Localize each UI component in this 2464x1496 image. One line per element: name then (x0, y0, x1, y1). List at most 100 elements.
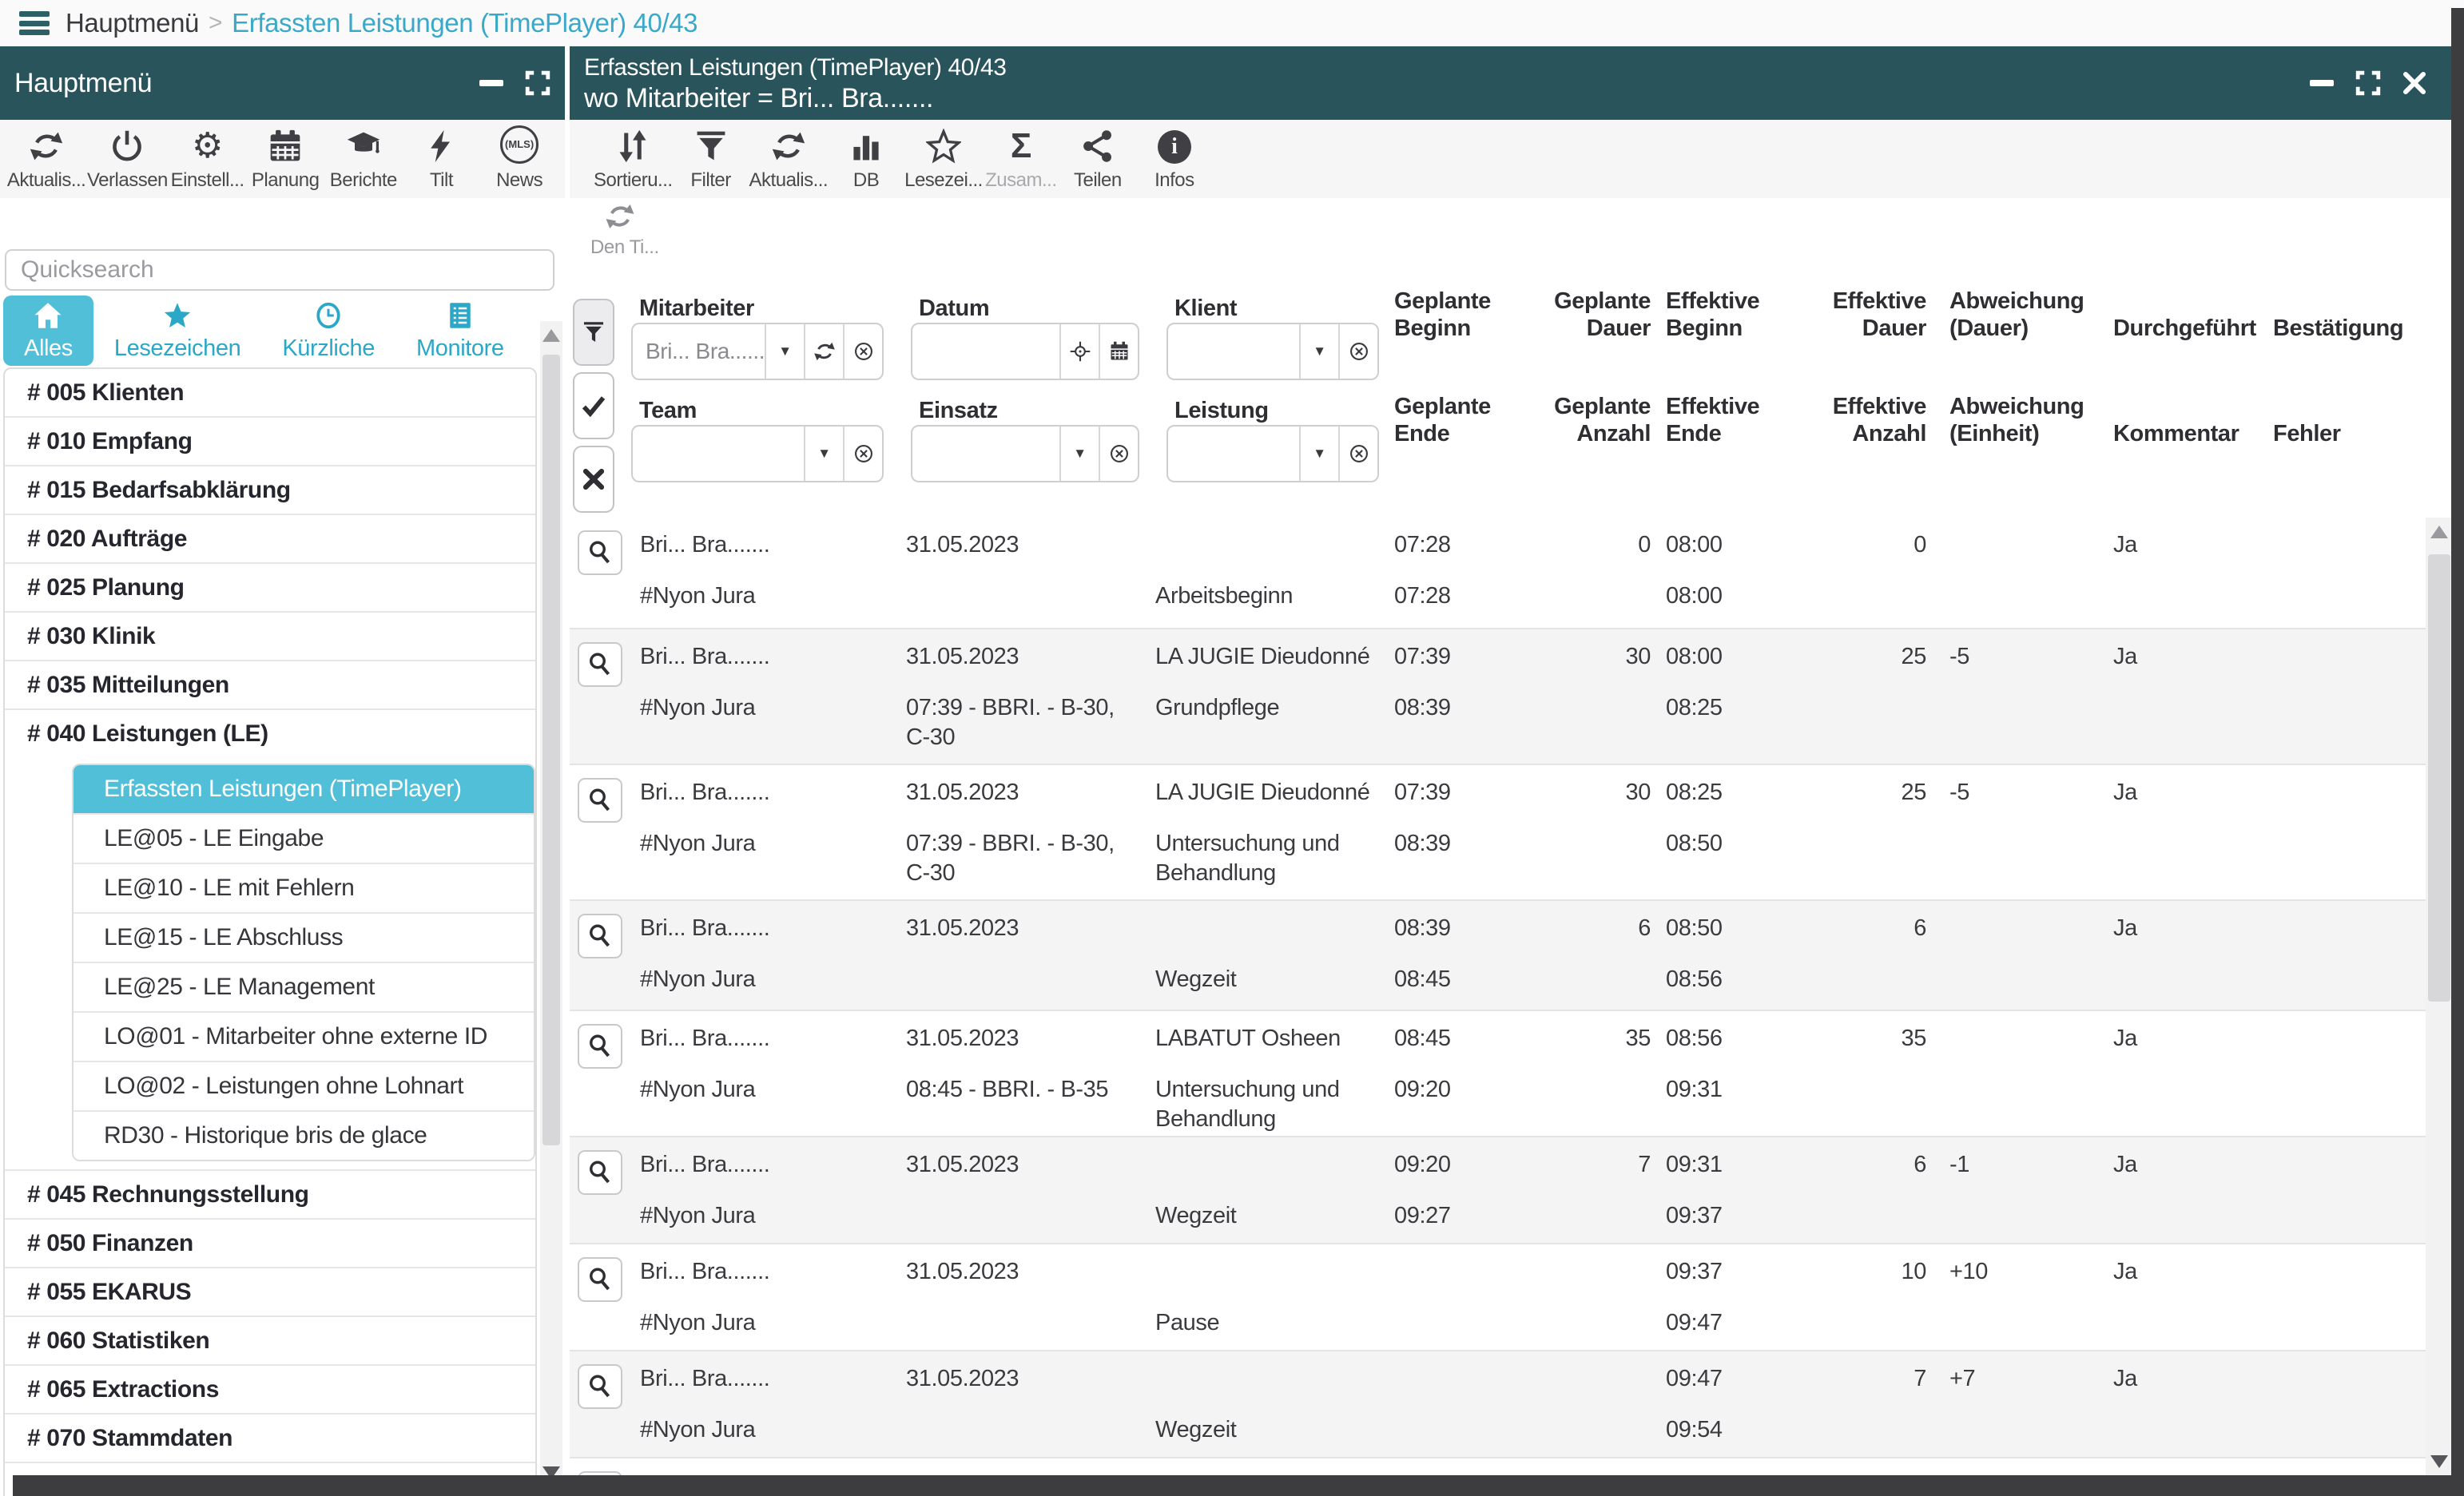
menu-item[interactable]: # 035 Mitteilungen (5, 660, 535, 708)
filter-field-leistung[interactable]: ▼ (1166, 425, 1379, 482)
filter-field-team[interactable]: ▼ (631, 425, 884, 482)
clear-icon[interactable] (843, 427, 882, 481)
dropdown-icon[interactable]: ▼ (1059, 427, 1099, 481)
filter-value-klient[interactable] (1168, 324, 1299, 379)
dropdown-icon[interactable]: ▼ (1299, 427, 1338, 481)
submenu-item[interactable]: LE@10 - LE mit Fehlern (74, 863, 534, 912)
menu-item[interactable]: # 030 Klinik (5, 611, 535, 660)
minimize-icon[interactable] (477, 69, 506, 97)
scrollbar-thumb[interactable] (2428, 554, 2450, 1002)
table-row[interactable]: Bri... Bra.......31.05.202309:477+7Ja#Ny… (570, 1351, 2426, 1458)
maximize-icon[interactable] (523, 69, 552, 97)
table-row[interactable]: Bri... Bra.......31.05.2023LABATUT Oshee… (570, 1011, 2426, 1137)
breadcrumb-current[interactable]: Erfassten Leistungen (TimePlayer) 40/43 (232, 8, 697, 38)
submenu-item[interactable]: LO@02 - Leistungen ohne Lohnart (74, 1061, 534, 1110)
menu-item[interactable]: # 060 Statistiken (5, 1315, 535, 1364)
submenu-item[interactable]: LE@25 - LE Management (74, 962, 534, 1011)
scroll-up-icon[interactable] (542, 329, 560, 342)
dropdown-icon[interactable]: ▼ (765, 324, 804, 379)
maximize-icon[interactable] (2354, 69, 2383, 97)
scroll-up-icon[interactable] (2430, 526, 2448, 538)
filter-value-datum[interactable] (912, 324, 1059, 379)
tab-monitore[interactable]: Monitore (395, 296, 525, 366)
toolbar-button-infos[interactable]: iInfos (1136, 127, 1213, 192)
hamburger-menu-icon[interactable] (19, 11, 50, 35)
toolbar-button-settings[interactable]: ⚙Einstell... (169, 127, 246, 192)
row-detail-button[interactable] (578, 1024, 622, 1069)
menu-scrollbar[interactable] (540, 321, 562, 1487)
table-scrollbar[interactable] (2426, 518, 2453, 1476)
sync-icon[interactable] (804, 324, 843, 379)
menu-item[interactable]: # 010 Empfang (5, 416, 535, 465)
table-row[interactable]: Bri... Bra.......31.05.202308:39608:506J… (570, 901, 2426, 1011)
toolbar-button-logout[interactable]: Verlassen (87, 127, 168, 192)
column-header-bottom-5[interactable]: Abweichung (Einheit) (1949, 385, 2105, 447)
toolbar-button-sort[interactable]: Sortieru... (594, 127, 673, 192)
dropdown-icon[interactable]: ▼ (1299, 324, 1338, 379)
toolbar-button-db[interactable]: DB (828, 127, 904, 192)
submenu-item[interactable]: LE@05 - LE Eingabe (74, 813, 534, 863)
table-row[interactable]: Bri... Bra.......31.05.202309:3710+10Ja#… (570, 1244, 2426, 1351)
calendarsm-icon[interactable] (1099, 324, 1138, 379)
row-detail-button[interactable] (578, 1257, 622, 1302)
column-header-top-6[interactable]: Durchgeführt (2113, 280, 2269, 342)
submenu-item-selected[interactable]: Erfassten Leistungen (TimePlayer) (74, 765, 534, 813)
column-header-top-7[interactable]: Bestätigung (2273, 280, 2433, 342)
search-input[interactable] (5, 249, 554, 291)
submenu-item[interactable]: LE@15 - LE Abschluss (74, 912, 534, 962)
filter-value-mitarbeiter[interactable]: Bri... Bra....... (633, 324, 765, 379)
clear-icon[interactable] (1338, 427, 1377, 481)
menu-item[interactable]: # 050 Finanzen (5, 1218, 535, 1267)
refresh-grid-row[interactable]: Den Ti... (570, 200, 2426, 268)
dropdown-icon[interactable]: ▼ (804, 427, 843, 481)
menu-item[interactable]: # 055 EKARUS (5, 1267, 535, 1315)
column-header-bottom-2[interactable]: Geplante Anzahl (1542, 385, 1651, 447)
close-icon[interactable] (2400, 69, 2429, 97)
scroll-down-icon[interactable] (2430, 1455, 2448, 1468)
column-header-bottom-4[interactable]: Effektive Anzahl (1818, 385, 1926, 447)
row-detail-button[interactable] (578, 530, 622, 575)
toolbar-button-news[interactable]: (MLS)News (481, 127, 558, 192)
filter-field-mitarbeiter[interactable]: Bri... Bra.......▼ (631, 323, 884, 380)
minimize-icon[interactable] (2307, 69, 2336, 97)
toolbar-button-summarize[interactable]: ΣZusam... (983, 127, 1059, 192)
table-row[interactable]: Bri... Bra.......31.05.2023LA JUGIE Dieu… (570, 765, 2426, 901)
toolbar-button-refresh[interactable]: Aktualis... (749, 127, 829, 192)
menu-item[interactable]: # 015 Bedarfsabklärung (5, 465, 535, 514)
toolbar-button-tilt[interactable]: Tilt (403, 127, 479, 192)
column-header-top-1[interactable]: Geplante Beginn (1394, 280, 1546, 342)
toolbar-button-refresh[interactable]: Aktualis... (7, 127, 86, 192)
submenu-item[interactable]: RD30 - Historique bris de glace (74, 1110, 534, 1160)
filter-field-datum[interactable] (911, 323, 1139, 380)
tab-lesezeichen[interactable]: Lesezeichen (93, 296, 261, 366)
row-detail-button[interactable] (578, 914, 622, 958)
toolbar-button-share[interactable]: Teilen (1059, 127, 1136, 192)
row-detail-button[interactable] (578, 778, 622, 823)
menu-item[interactable]: # 020 Aufträge (5, 514, 535, 562)
row-detail-button[interactable] (578, 1364, 622, 1409)
target-icon[interactable] (1059, 324, 1099, 379)
table-row[interactable]: Bri... Bra.......31.05.202307:28008:000J… (570, 518, 2426, 629)
column-header-bottom-6[interactable]: Kommentar (2113, 385, 2269, 447)
column-header-top-5[interactable]: Abweichung (Dauer) (1949, 280, 2105, 342)
submenu-item[interactable]: LO@01 - Mitarbeiter ohne externe ID (74, 1011, 534, 1061)
tab-kuerzliche[interactable]: Kürzliche (261, 296, 395, 366)
clear-icon[interactable] (1338, 324, 1377, 379)
filter-field-klient[interactable]: ▼ (1166, 323, 1379, 380)
menu-item[interactable]: # 045 Rechnungsstellung (5, 1169, 535, 1218)
toolbar-button-planning[interactable]: Planung (247, 127, 324, 192)
tab-alles[interactable]: Alles (3, 296, 93, 366)
filter-field-einsatz[interactable]: ▼ (911, 425, 1139, 482)
filter-button-clear-filter[interactable] (573, 446, 614, 513)
table-row[interactable]: Bri... Bra.......31.05.2023LA JUGIE Dieu… (570, 629, 2426, 765)
filter-value-leistung[interactable] (1168, 427, 1299, 481)
column-header-top-2[interactable]: Geplante Dauer (1542, 280, 1651, 342)
row-detail-button[interactable] (578, 1150, 622, 1195)
column-header-bottom-7[interactable]: Fehler (2273, 385, 2433, 447)
refresh-icon[interactable] (605, 201, 635, 236)
toolbar-button-filter[interactable]: Filter (673, 127, 749, 192)
toolbar-button-bookmark[interactable]: Lesezei... (904, 127, 983, 192)
menu-item[interactable]: # 005 Klienten (5, 369, 535, 416)
filter-value-team[interactable] (633, 427, 804, 481)
column-header-bottom-3[interactable]: Effektive Ende (1666, 385, 1826, 447)
